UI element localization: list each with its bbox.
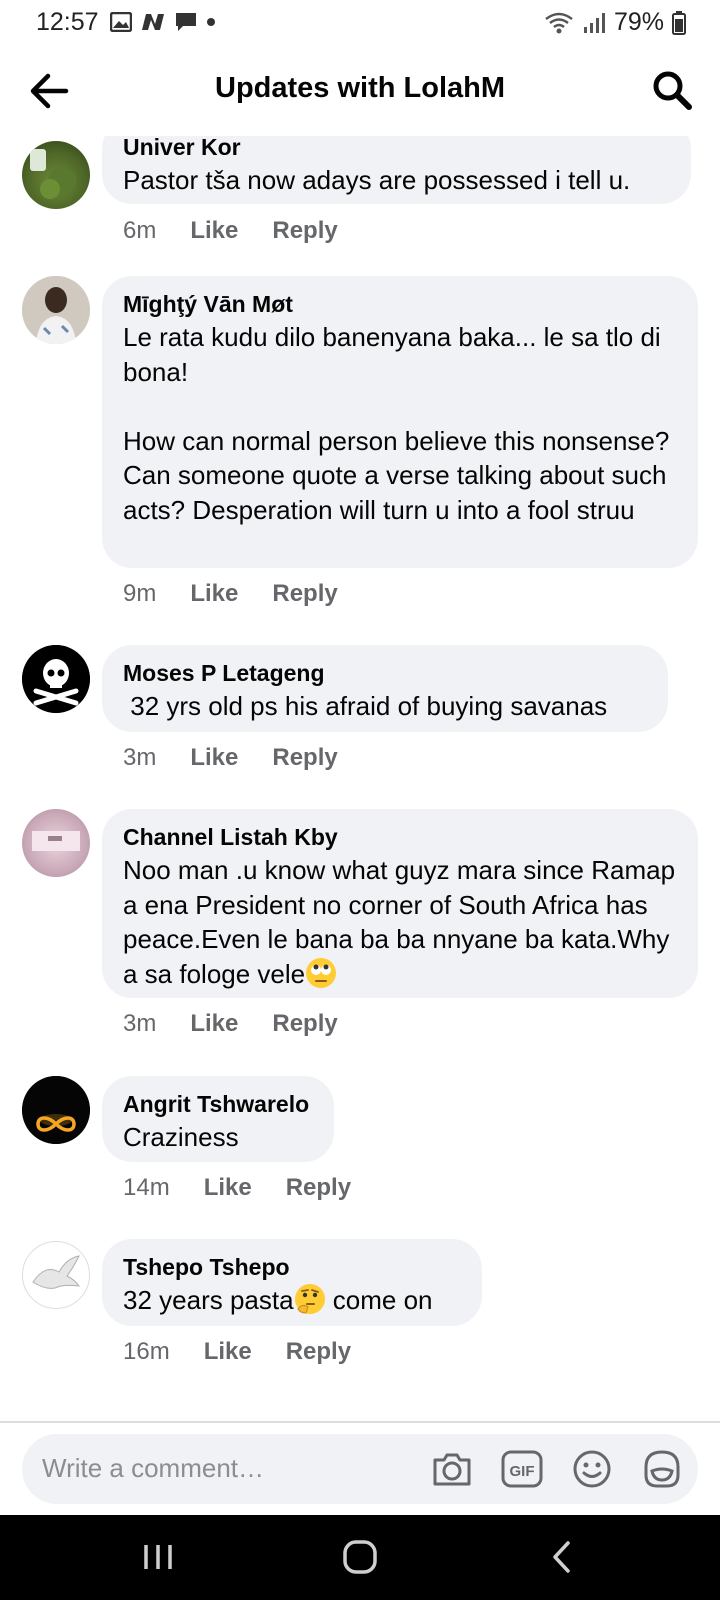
comment-bubble[interactable]: Channel Listah Kby Noo man .u know what … xyxy=(102,809,698,998)
comment-actions: 3m Like Reply xyxy=(123,744,338,772)
comment-actions: 16m Like Reply xyxy=(123,1338,351,1366)
comment-text-body: Noo man .u know what guyz mara since Ram… xyxy=(123,855,683,989)
avatar[interactable] xyxy=(22,809,90,877)
sticker-icon[interactable] xyxy=(640,1447,684,1491)
comment-actions: 3m Like Reply xyxy=(123,1010,338,1038)
reply-button[interactable]: Reply xyxy=(286,1338,351,1366)
recent-apps-icon[interactable] xyxy=(138,1537,178,1577)
back-icon[interactable] xyxy=(542,1537,582,1577)
comment-actions: 6m Like Reply xyxy=(123,217,338,245)
battery-icon xyxy=(672,10,686,35)
composer-divider xyxy=(0,1421,720,1423)
comment-time: 3m xyxy=(123,1010,157,1037)
wifi-icon xyxy=(545,12,573,33)
system-nav-bar xyxy=(0,1515,720,1600)
comment-text-before: 32 years pasta xyxy=(123,1285,294,1315)
notification-icons xyxy=(110,11,216,33)
comment-time: 14m xyxy=(123,1174,170,1201)
n-app-icon xyxy=(142,14,164,30)
header: Updates with LolahM xyxy=(0,46,720,136)
commenter-name[interactable]: Tshepo Tshepo xyxy=(123,1251,462,1283)
signal-icon xyxy=(583,12,605,33)
composer-icons: GIF xyxy=(430,1447,684,1491)
message-icon xyxy=(176,13,196,31)
page-title: Updates with LolahM xyxy=(215,72,505,104)
avatar[interactable] xyxy=(22,645,90,713)
avatar[interactable] xyxy=(22,141,90,209)
like-button[interactable]: Like xyxy=(204,1174,252,1202)
like-button[interactable]: Like xyxy=(190,744,238,772)
comment-time: 3m xyxy=(123,744,157,771)
comment-text: Le rata kudu dilo banenyana baka... le s… xyxy=(123,322,670,525)
comment-composer[interactable]: Write a comment… GIF xyxy=(22,1434,698,1504)
comment-text: Noo man .u know what guyz mara since Ram… xyxy=(123,853,678,991)
like-button[interactable]: Like xyxy=(190,1010,238,1038)
thinking-face-emoji xyxy=(294,1284,325,1314)
commenter-name[interactable]: Channel Listah Kby xyxy=(123,821,678,853)
smiley-icon[interactable] xyxy=(570,1447,614,1491)
avatar[interactable] xyxy=(22,1076,90,1144)
commenter-name[interactable]: Mīghţý Vān Møt xyxy=(123,288,678,320)
commenter-name[interactable]: Univer Kor xyxy=(123,136,671,163)
battery-percentage: 79% xyxy=(613,8,664,36)
comment-time: 16m xyxy=(123,1338,170,1365)
reply-button[interactable]: Reply xyxy=(272,1010,337,1038)
comment-bubble[interactable]: Mīghţý Vān Møt Le rata kudu dilo banenya… xyxy=(102,276,698,568)
gif-icon[interactable]: GIF xyxy=(500,1447,544,1491)
comment-bubble[interactable]: Tshepo Tshepo 32 years pasta come on xyxy=(102,1239,482,1326)
comment-text-after: come on xyxy=(325,1285,433,1315)
rolling-eyes-emoji xyxy=(306,957,337,988)
gallery-icon xyxy=(110,12,132,32)
comment-bubble[interactable]: Angrit Tshwarelo Craziness xyxy=(102,1076,334,1162)
commenter-name[interactable]: Angrit Tshwarelo xyxy=(123,1088,314,1120)
comment-actions: 9m Like Reply xyxy=(123,580,338,608)
search-icon[interactable] xyxy=(650,68,694,112)
comment-list[interactable]: Univer Kor Pastor tša now adays are poss… xyxy=(0,136,720,1422)
comment-text: Craziness xyxy=(123,1122,239,1152)
comment-text: 32 years pasta come on xyxy=(123,1283,462,1318)
camera-icon[interactable] xyxy=(430,1447,474,1491)
like-button[interactable]: Like xyxy=(190,580,238,608)
comment-bubble[interactable]: Univer Kor Pastor tša now adays are poss… xyxy=(102,136,691,204)
avatar[interactable] xyxy=(22,276,90,344)
comment-text: Pastor tša now adays are possessed i tel… xyxy=(123,165,631,195)
reply-button[interactable]: Reply xyxy=(272,217,337,245)
comment-text: 32 yrs old ps his afraid of buying savan… xyxy=(123,691,608,721)
commenter-name[interactable]: Moses P Letageng xyxy=(123,657,648,689)
dot-icon xyxy=(207,18,215,26)
status-bar: 12:57 79% xyxy=(0,0,720,46)
comment-actions: 14m Like Reply xyxy=(123,1174,351,1202)
status-time: 12:57 xyxy=(36,8,99,36)
comment-bubble[interactable]: Moses P Letageng 32 yrs old ps his afrai… xyxy=(102,645,668,732)
svg-text:GIF: GIF xyxy=(510,1463,535,1480)
like-button[interactable]: Like xyxy=(204,1338,252,1366)
home-icon[interactable] xyxy=(340,1537,380,1577)
like-button[interactable]: Like xyxy=(190,217,238,245)
comment-input[interactable]: Write a comment… xyxy=(42,1453,264,1484)
reply-button[interactable]: Reply xyxy=(286,1174,351,1202)
reply-button[interactable]: Reply xyxy=(272,744,337,772)
reply-button[interactable]: Reply xyxy=(272,580,337,608)
comment-time: 9m xyxy=(123,580,157,607)
comment-time: 6m xyxy=(123,217,157,244)
avatar[interactable] xyxy=(22,1241,90,1309)
status-right: 79% xyxy=(544,8,686,37)
